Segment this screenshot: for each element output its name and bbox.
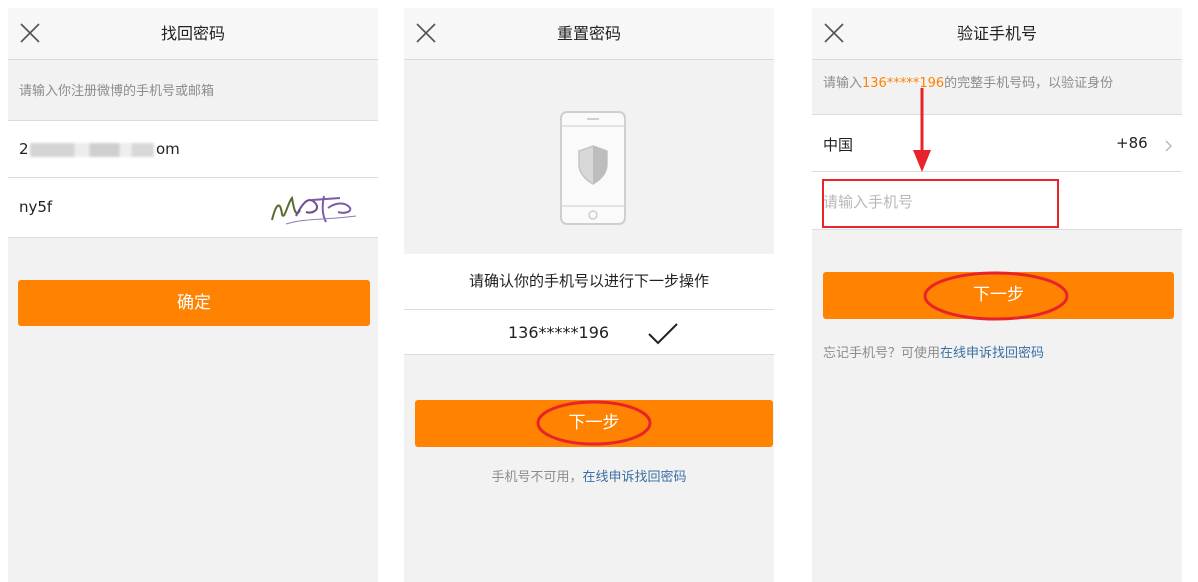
instruction-after: 的完整手机号码，以验证身份 xyxy=(944,76,1114,91)
phone-option[interactable]: 136*****196 xyxy=(404,309,774,355)
unavailable-text: 手机号不可用， xyxy=(491,470,583,485)
check-icon xyxy=(648,323,678,345)
country-name: 中国 xyxy=(823,136,854,154)
instruction-before: 请输入 xyxy=(823,76,863,91)
forgot-phone-note: 忘记手机号？可使用在线申诉找回密码 xyxy=(823,342,1044,361)
country-code: +86 xyxy=(1116,134,1148,152)
account-value-suffix: om xyxy=(156,140,180,158)
masked-phone: 136*****196 xyxy=(508,323,610,342)
page-title: 验证手机号 xyxy=(956,24,1037,43)
instruction-text: 请输入你注册微博的手机号或邮箱 xyxy=(19,84,215,99)
confirm-button[interactable]: 确定 xyxy=(18,280,370,326)
confirm-prompt: 请确认你的手机号以进行下一步操作 xyxy=(404,254,774,309)
phone-number-input[interactable]: 请输入手机号 xyxy=(812,172,1182,230)
verify-instruction: 请输入136*****196的完整手机号码，以验证身份 xyxy=(823,72,1113,91)
account-value-prefix: 2 xyxy=(19,140,29,158)
country-selector[interactable]: 中国 +86 xyxy=(812,114,1182,172)
next-button[interactable]: 下一步 xyxy=(823,272,1174,319)
captcha-image[interactable] xyxy=(266,190,362,228)
chevron-right-icon xyxy=(1165,140,1172,152)
page-title: 重置密码 xyxy=(556,24,621,43)
phone-placeholder: 请输入手机号 xyxy=(823,193,914,211)
panel-recover-password: 找回密码 请输入你注册微博的手机号或邮箱 2 om ny5f 确定 xyxy=(8,8,378,582)
title-bar: 重置密码 xyxy=(404,8,774,60)
phone-shield-icon xyxy=(560,111,626,225)
forgot-text: 忘记手机号？可使用 xyxy=(823,346,941,361)
captcha-value: ny5f xyxy=(19,198,53,216)
panel-reset-password: 重置密码 请确认你的手机号以进行下一步操作 136*****196 下一步 手机… xyxy=(404,8,774,582)
title-bar: 验证手机号 xyxy=(812,8,1182,60)
instruction-phone: 136*****196 xyxy=(862,76,945,91)
title-bar: 找回密码 xyxy=(8,8,378,60)
appeal-link[interactable]: 在线申诉找回密码 xyxy=(583,470,687,485)
next-button[interactable]: 下一步 xyxy=(415,400,773,447)
account-redaction xyxy=(30,143,154,157)
appeal-link[interactable]: 在线申诉找回密码 xyxy=(940,346,1044,361)
page-title: 找回密码 xyxy=(160,24,225,43)
phone-unavailable-note: 手机号不可用，在线申诉找回密码 xyxy=(404,466,774,485)
panel-verify-phone: 验证手机号 请输入136*****196的完整手机号码，以验证身份 中国 +86… xyxy=(812,8,1182,582)
captcha-input[interactable]: ny5f xyxy=(8,178,378,238)
account-input[interactable]: 2 om xyxy=(8,120,378,178)
